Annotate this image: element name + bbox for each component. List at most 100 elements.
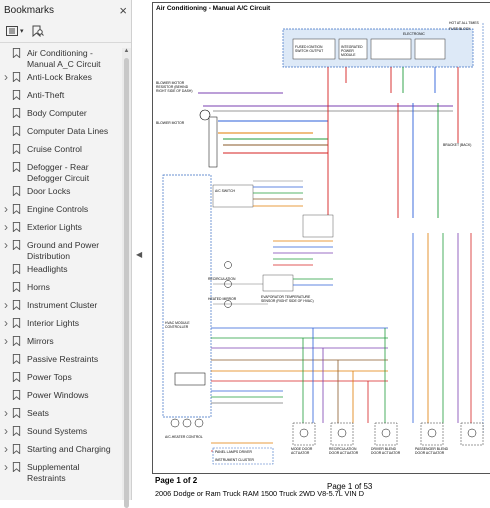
bookmark-outline-icon: [12, 162, 21, 172]
ac-heater-control-label: A/C-HEATER CONTROL: [165, 435, 203, 439]
chevron-right-icon[interactable]: ›: [0, 407, 12, 419]
bookmark-item[interactable]: › Ground and Power Distribution: [0, 239, 122, 262]
chevron-right-icon[interactable]: ›: [0, 203, 12, 215]
bookmark-label: Door Locks: [27, 186, 71, 196]
chevron-right-icon[interactable]: ›: [0, 299, 12, 311]
chevron-right-icon[interactable]: ›: [0, 425, 12, 437]
chevron-right-icon[interactable]: ›: [0, 221, 12, 233]
bookmark-label: Air Conditioning - Manual A_C Circuit: [27, 48, 101, 69]
wiring-diagram: [162, 23, 484, 465]
blower-motor-label: BLOWER MOTOR: [156, 121, 185, 125]
bookmark-outline-icon: [12, 336, 21, 346]
bookmark-item[interactable]: › Starting and Charging: [0, 443, 122, 455]
bookmark-label: Interior Lights: [27, 318, 80, 328]
evaporator-sensor-label: EVAPORATOR TEMPERATURE SENSOR (RIGHT SID…: [261, 295, 314, 303]
bookmark-label: Cruise Control: [27, 144, 82, 154]
bookmarks-toolbar: ▾: [0, 20, 131, 43]
bookmarks-scrollbar[interactable]: ▲: [122, 48, 131, 508]
blower-resistor-label: BLOWER MOTOR RESISTOR (BEHIND RIGHT SIDE…: [156, 81, 193, 93]
bookmark-item[interactable]: › Engine Controls: [0, 203, 122, 215]
bookmark-item[interactable]: Defogger - Rear Defogger Circuit: [0, 162, 122, 184]
bookmarks-panel: Bookmarks × ▾ Air Conditioning - Manual …: [0, 0, 132, 508]
bookmark-label: Supplemental Restraints: [27, 462, 80, 483]
bookmark-item[interactable]: Power Windows: [0, 390, 122, 401]
bookmark-outline-icon: [12, 264, 21, 274]
bookmark-item[interactable]: › Mirrors: [0, 335, 122, 347]
bookmark-outline-icon: [12, 222, 21, 232]
bookmark-label: Ground and Power Distribution: [27, 240, 100, 261]
bookmark-label: Anti-Lock Brakes: [27, 72, 92, 82]
bookmark-outline-icon: [12, 186, 21, 196]
list-options-icon: [6, 26, 18, 36]
options-button[interactable]: ▾: [6, 26, 24, 36]
diagram-page: Air Conditioning - Manual A/C Circuit HO…: [152, 2, 490, 474]
bookmark-item[interactable]: › Seats: [0, 407, 122, 419]
bookmark-label: Engine Controls: [27, 204, 89, 214]
chevron-right-icon[interactable]: ›: [0, 239, 12, 251]
scrollbar-thumb[interactable]: [124, 58, 129, 508]
bookmark-item[interactable]: Air Conditioning - Manual A_C Circuit: [0, 48, 122, 70]
chevron-down-icon: ▾: [20, 28, 24, 35]
page-label: Page 1 of 2: [155, 476, 198, 485]
bookmark-outline-icon: [12, 426, 21, 436]
chevron-right-icon[interactable]: ›: [0, 317, 12, 329]
bookmark-label: Anti-Theft: [27, 90, 65, 100]
bookmark-item[interactable]: Cruise Control: [0, 144, 122, 155]
chevron-right-icon[interactable]: ›: [0, 461, 12, 473]
fused-ignition-label: FUSED IGNITION SWITCH OUTPUT: [295, 45, 324, 53]
instrument-cluster-label: INSTRUMENT CLUSTER: [215, 458, 254, 462]
bookmark-item[interactable]: › Instrument Cluster: [0, 299, 122, 311]
bookmark-outline-icon: [12, 372, 21, 382]
bookmark-outline-icon: [12, 72, 21, 82]
hvac-control-label: HVAC MODULE CONTROLLER: [165, 321, 190, 329]
bookmark-search-icon: [32, 25, 44, 37]
bookmarks-title: Bookmarks: [4, 4, 55, 16]
bookmark-label: Mirrors: [27, 336, 54, 346]
electronic-label: ELECTRONIC: [403, 32, 425, 36]
chevron-right-icon[interactable]: ›: [0, 71, 12, 83]
chevron-right-icon[interactable]: ›: [0, 443, 12, 455]
bookmark-outline-icon: [12, 318, 21, 328]
bookmark-item[interactable]: Anti-Theft: [0, 90, 122, 101]
bookmark-label: Computer Data Lines: [27, 126, 109, 136]
panel-lamps-label: PANEL LAMPS DRIVER: [215, 450, 252, 454]
bookmark-label: Exterior Lights: [27, 222, 82, 232]
bookmark-item[interactable]: › Interior Lights: [0, 317, 122, 329]
bookmark-item[interactable]: Passive Restraints: [0, 354, 122, 365]
bookmark-item[interactable]: Computer Data Lines: [0, 126, 122, 137]
driver-blend-label: DRIVER BLEND DOOR ACTUATOR: [371, 447, 401, 455]
ipm-label: INTEGRATED POWER MODULE: [341, 45, 363, 57]
find-bookmark-button[interactable]: [32, 25, 44, 37]
bookmark-outline-icon: [12, 354, 21, 364]
bookmark-item[interactable]: › Sound Systems: [0, 425, 122, 437]
bookmark-label: Instrument Cluster: [27, 300, 98, 310]
bookmark-item[interactable]: › Exterior Lights: [0, 221, 122, 233]
bookmark-outline-icon: [12, 240, 21, 250]
bookmark-outline-icon: [12, 108, 21, 118]
scroll-up-icon[interactable]: ▲: [122, 48, 131, 54]
bookmark-outline-icon: [12, 144, 21, 154]
bookmark-label: Power Tops: [27, 372, 72, 382]
close-icon[interactable]: ×: [119, 3, 127, 18]
bookmark-item[interactable]: › Anti-Lock Brakes: [0, 71, 122, 83]
mode-door-label: MODE DOOR ACTUATOR: [291, 447, 313, 455]
bookmark-outline-icon: [12, 90, 21, 100]
bookmark-outline-icon: [12, 300, 21, 310]
bookmark-label: Defogger - Rear Defogger Circuit: [27, 162, 90, 183]
bookmark-label: Starting and Charging: [27, 444, 111, 454]
bookmark-item[interactable]: Headlights: [0, 264, 122, 275]
chevron-right-icon[interactable]: ›: [0, 335, 12, 347]
bookmark-item[interactable]: › Supplemental Restraints: [0, 461, 122, 484]
bookmark-item[interactable]: Door Locks: [0, 186, 122, 197]
bookmark-label: Horns: [27, 282, 50, 292]
bookmark-label: Passive Restraints: [27, 354, 99, 364]
collapse-panel-icon[interactable]: ◀: [136, 250, 142, 259]
bookmark-item[interactable]: Power Tops: [0, 372, 122, 383]
bookmark-outline-icon: [12, 408, 21, 418]
bookmark-label: Seats: [27, 408, 49, 418]
bookmark-label: Headlights: [27, 264, 68, 274]
bookmark-outline-icon: [12, 390, 21, 400]
recirc-door-label: RECIRCULATION DOOR ACTUATOR: [329, 447, 359, 455]
bookmark-item[interactable]: Body Computer: [0, 108, 122, 119]
bookmark-item[interactable]: Horns: [0, 282, 122, 293]
